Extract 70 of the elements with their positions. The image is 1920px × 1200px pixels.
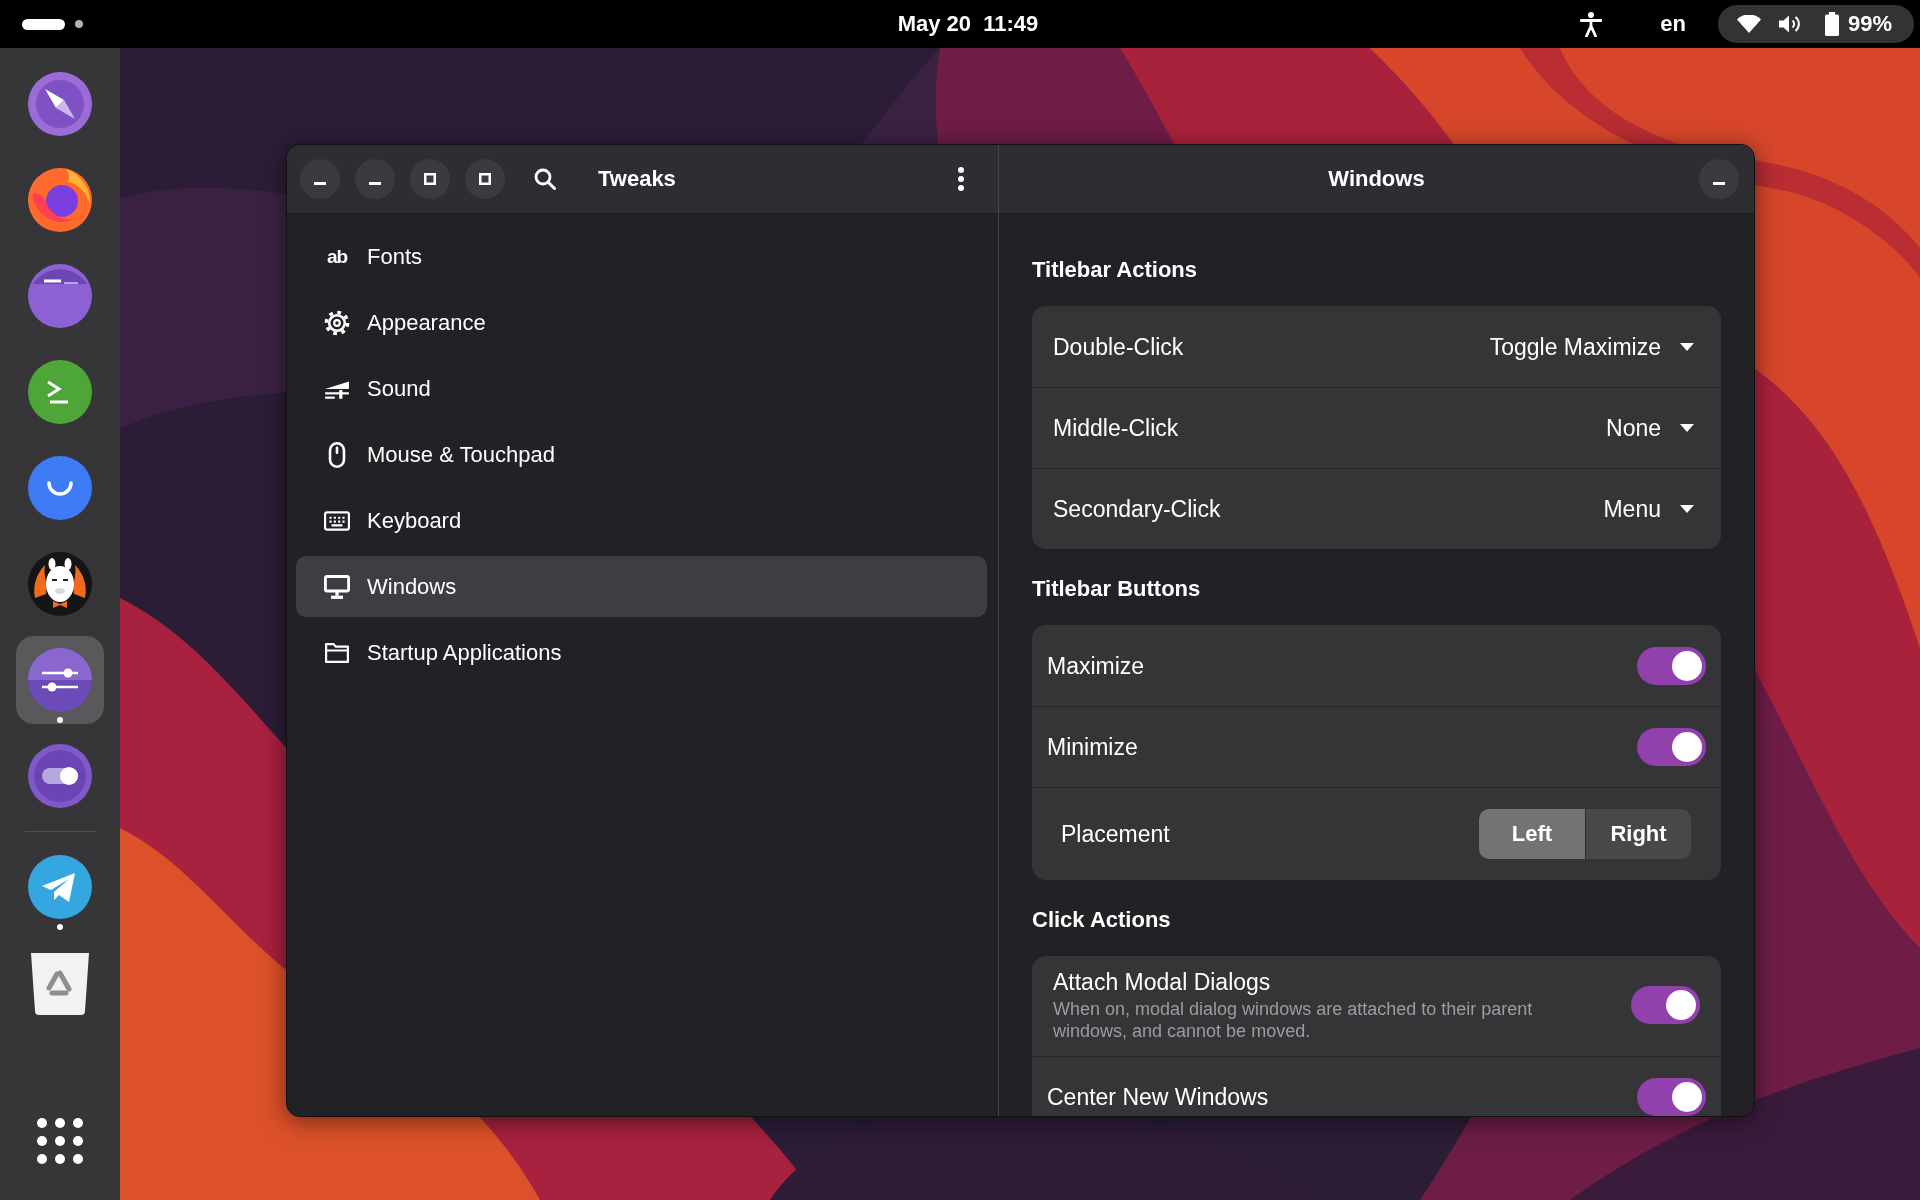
app-grid-icon[interactable] [37, 1118, 83, 1164]
terminal-icon[interactable] [28, 360, 92, 424]
setting-label: Double-Click [1053, 332, 1184, 361]
dropdown-button[interactable]: Menu [1603, 495, 1694, 523]
caret-down-icon [1680, 505, 1694, 513]
maximize-button[interactable] [465, 159, 505, 199]
section-heading: Click Actions [1032, 906, 1172, 934]
dropdown-button[interactable]: None [1606, 414, 1694, 442]
page-title: Windows [1328, 166, 1425, 192]
compass-icon[interactable] [28, 72, 92, 136]
maximize-icon [424, 173, 436, 185]
setting-label: Secondary-Click [1053, 495, 1221, 523]
monitor-icon [324, 574, 350, 599]
font-icon: ab [326, 245, 348, 268]
minimize-button[interactable] [1699, 159, 1739, 199]
clock-button[interactable]: May 20 11:49 [897, 11, 1039, 37]
flame-globe-icon[interactable] [28, 168, 92, 232]
folder-icon [325, 642, 349, 663]
sidebar-item[interactable]: Mouse & Touchpad [296, 424, 987, 485]
toggle-switch[interactable] [1637, 646, 1706, 685]
maximize-button[interactable] [410, 159, 450, 199]
caret-down-icon [1680, 342, 1694, 351]
sidebar-item[interactable]: Startup Applications [296, 622, 987, 683]
setting-label: Placement [1061, 820, 1170, 848]
sidebar-item[interactable]: Keyboard [296, 490, 987, 551]
battery-icon [1824, 12, 1839, 36]
segment-button[interactable]: Right [1585, 809, 1691, 859]
gear-icon [324, 309, 350, 336]
folder-icon[interactable] [28, 264, 92, 328]
dock-app-button[interactable] [16, 636, 104, 724]
section-heading: Titlebar Actions [1032, 256, 1199, 284]
toggle-switch[interactable] [1637, 728, 1706, 766]
keyboard-icon [324, 510, 350, 531]
sidebar-item[interactable]: ab Fonts [296, 226, 987, 287]
sidebar-item[interactable]: Appearance [296, 292, 987, 353]
accessibility-icon[interactable] [1580, 11, 1603, 37]
smile-arc-icon[interactable] [28, 456, 92, 520]
setting-description: When on, modal dialog windows are attached to their parent windows, and cannot be moved. [1053, 998, 1534, 1042]
paper-plane-icon[interactable] [28, 855, 92, 919]
system-status-button[interactable]: 99% [1717, 5, 1914, 43]
sidebar-item[interactable]: Windows [296, 556, 987, 617]
toggle-switch[interactable] [1637, 1078, 1706, 1116]
caret-down-icon [1680, 424, 1694, 432]
setting-label: Minimize [1047, 733, 1139, 761]
minimize-icon [314, 181, 326, 185]
setting-label: Attach Modal Dialogs [1053, 968, 1272, 996]
trash-bin-icon[interactable] [31, 951, 89, 1015]
minimize-button[interactable] [300, 159, 340, 199]
sidebar-item[interactable]: Sound [296, 358, 987, 419]
window-title: Tweaks [598, 166, 676, 192]
section-heading: Titlebar Buttons [1032, 575, 1202, 603]
toggle-switch[interactable] [1631, 986, 1700, 1024]
search-icon[interactable] [534, 168, 556, 190]
input-source-button[interactable]: en [1660, 11, 1686, 37]
menu-icon[interactable] [958, 167, 964, 191]
segment-button[interactable]: Left [1479, 809, 1585, 859]
sliders-icon [28, 648, 92, 712]
minimize-icon [369, 181, 381, 185]
minimize-icon [1713, 181, 1725, 185]
setting-label: Middle-Click [1053, 414, 1179, 442]
toggle-switch-icon[interactable] [28, 744, 92, 808]
maximize-icon [479, 173, 491, 185]
wifi-icon [1736, 15, 1761, 33]
alpaca-icon[interactable] [28, 552, 92, 616]
volume-icon [1777, 14, 1802, 34]
setting-label: Center New Windows [1047, 1083, 1270, 1111]
setting-label: Maximize [1047, 651, 1146, 680]
minimize-button[interactable] [355, 159, 395, 199]
mouse-icon [328, 441, 346, 468]
dropdown-button[interactable]: Toggle Maximize [1489, 332, 1694, 361]
